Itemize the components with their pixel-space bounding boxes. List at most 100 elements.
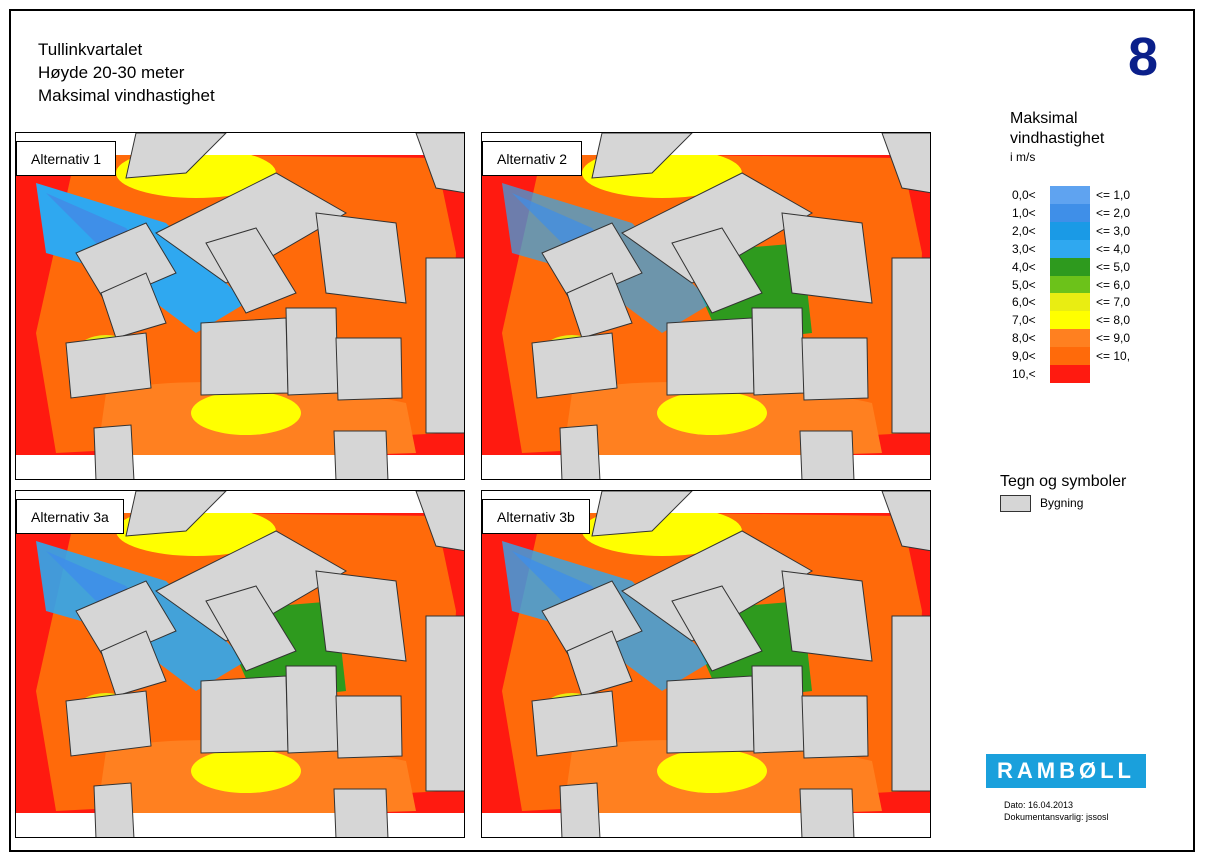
title-line-1: Tullinkvartalet <box>38 40 143 59</box>
legend-color-swatch <box>1050 257 1090 276</box>
building <box>666 675 755 754</box>
legend-row: 2,0< <= 3,0 <box>1012 221 1132 240</box>
wind-zone-yellow <box>657 749 767 793</box>
symbols-title: Tegn og symboler <box>1000 473 1127 490</box>
map-panel-alternativ-3a: Alternativ 3a <box>15 490 465 838</box>
legend-upper-bound: <= 1,0 <box>1096 188 1131 202</box>
building <box>200 675 289 754</box>
legend-lower-bound: 2,0< <box>1012 223 1036 238</box>
legend-unit: i m/s <box>1010 150 1036 164</box>
building <box>531 332 618 399</box>
wind-zone-yellow <box>657 391 767 435</box>
building <box>799 788 855 837</box>
legend-color-swatch <box>1050 365 1090 383</box>
building <box>333 788 389 837</box>
legend-color-swatch <box>1050 311 1090 330</box>
legend-row: 1,0< <= 2,0 <box>1012 203 1132 222</box>
document-date: Dato: 16.04.2013 <box>1004 800 1074 810</box>
building <box>335 337 403 401</box>
legend-upper-bound: <= 6,0 <box>1096 277 1131 292</box>
legend-lower-bound: 8,0< <box>1012 331 1036 346</box>
document-responsible: Dokumentansvarlig: jssosl <box>1004 812 1109 822</box>
legend-title-line-2: vindhastighet <box>1010 130 1105 147</box>
map-panel-alternativ-3b: Alternativ 3b <box>481 490 931 838</box>
map-border-white <box>16 455 464 479</box>
legend-lower-bound: 6,0< <box>1012 295 1036 310</box>
map-title: Tullinkvartalet Høyde 20-30 meter Maksim… <box>38 38 215 107</box>
building <box>666 317 755 396</box>
building-swatch <box>1000 495 1031 512</box>
legend-lower-bound: 7,0< <box>1012 313 1036 328</box>
legend-color-swatch <box>1050 275 1090 294</box>
building <box>801 337 869 401</box>
wind-speed-map <box>16 491 464 837</box>
legend-color-swatch <box>1050 293 1090 312</box>
legend-lower-bound: 0,0< <box>1012 188 1036 202</box>
wind-speed-map <box>482 491 930 837</box>
building <box>315 570 407 662</box>
building <box>801 695 869 759</box>
wind-speed-map <box>16 133 464 479</box>
building <box>425 257 464 434</box>
legend-row: 8,0< <= 9,0 <box>1012 329 1132 348</box>
legend-row: 10,< <box>1012 365 1132 383</box>
panel-label: Alternativ 3a <box>16 499 124 534</box>
legend-upper-bound: <= 3,0 <box>1096 223 1131 238</box>
building-label: Bygning <box>1040 496 1084 510</box>
legend-title: Maksimal vindhastighet <box>1010 109 1104 149</box>
building <box>891 615 930 792</box>
legend-lower-bound: 3,0< <box>1012 241 1036 256</box>
legend-lower-bound: 5,0< <box>1012 277 1036 292</box>
panel-label: Alternativ 3b <box>482 499 590 534</box>
legend-upper-bound: <= 2,0 <box>1096 205 1131 220</box>
building <box>315 212 407 304</box>
legend-color-swatch <box>1050 203 1090 222</box>
legend-color-swatch <box>1050 221 1090 240</box>
legend-lower-bound: 10,< <box>1012 367 1036 381</box>
building <box>285 665 339 754</box>
legend-row: 9,0< <= 10, <box>1012 347 1132 366</box>
building <box>891 257 930 434</box>
building <box>751 665 805 754</box>
panel-label: Alternativ 2 <box>482 141 583 176</box>
building <box>799 430 855 479</box>
building <box>65 332 152 399</box>
legend-upper-bound: <= 4,0 <box>1096 241 1131 256</box>
wind-zone-yellow <box>191 749 301 793</box>
building <box>559 782 601 837</box>
legend-upper-bound: <= 9,0 <box>1096 331 1131 346</box>
legend-color-swatch <box>1050 329 1090 348</box>
legend-title-line-1: Maksimal <box>1010 110 1078 127</box>
title-line-2: Høyde 20-30 meter <box>38 63 185 82</box>
building <box>335 695 403 759</box>
legend-row: 5,0< <= 6,0 <box>1012 275 1132 294</box>
sheet-number: 8 <box>1128 27 1159 87</box>
legend-upper-bound: <= 10, <box>1096 349 1131 364</box>
title-line-3: Maksimal vindhastighet <box>38 86 215 105</box>
building <box>93 424 135 479</box>
building <box>781 570 873 662</box>
legend-row: 3,0< <= 4,0 <box>1012 239 1132 258</box>
building <box>531 690 618 757</box>
legend-row: 4,0< <= 5,0 <box>1012 257 1132 276</box>
panel-label: Alternativ 1 <box>16 141 117 176</box>
map-panel-alternativ-2: Alternativ 2 <box>481 132 931 480</box>
legend-upper-bound: <= 7,0 <box>1096 295 1131 310</box>
map-border-white <box>16 813 464 837</box>
building <box>559 424 601 479</box>
wind-zone-yellow <box>191 391 301 435</box>
map-border-white <box>482 455 930 479</box>
building <box>285 307 339 396</box>
map-panel-alternativ-1: Alternativ 1 <box>15 132 465 480</box>
legend-lower-bound: 9,0< <box>1012 349 1036 364</box>
legend-lower-bound: 1,0< <box>1012 205 1036 220</box>
wind-speed-map <box>482 133 930 479</box>
legend-color-swatch <box>1050 186 1090 204</box>
building <box>751 307 805 396</box>
building <box>200 317 289 396</box>
legend-lower-bound: 4,0< <box>1012 259 1036 274</box>
legend-upper-bound: <= 5,0 <box>1096 259 1131 274</box>
legend-color-swatch <box>1050 239 1090 258</box>
map-border-white <box>482 813 930 837</box>
building <box>333 430 389 479</box>
